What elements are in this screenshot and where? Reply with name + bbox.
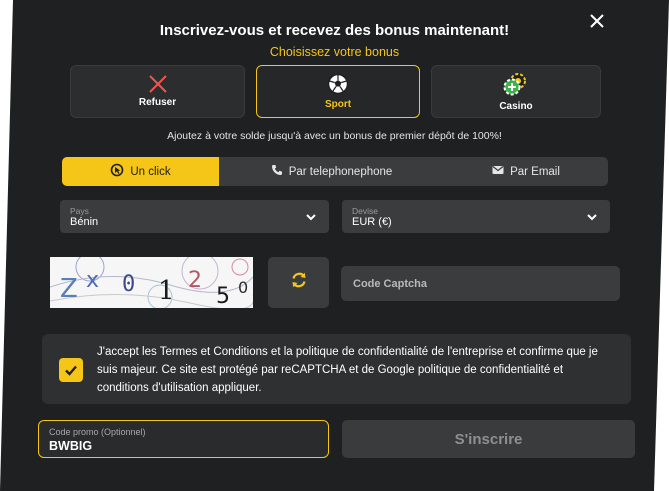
registration-method-tabs: Un click Par telephonephone Par Email (62, 157, 608, 186)
tab-one-click[interactable]: Un click (62, 157, 219, 186)
currency-caption: Devise (352, 206, 378, 216)
captcha-refresh-button[interactable] (268, 257, 329, 308)
casino-chips-icon (432, 73, 600, 96)
captcha-char: Z (60, 274, 78, 304)
bonus-option-label: Sport (324, 99, 352, 110)
currency-value: EUR (€) (352, 216, 392, 228)
promo-code-field[interactable]: Code promo (Optionnel) BWBIG (38, 420, 329, 458)
chevron-down-icon (586, 210, 598, 228)
tab-label: Un click (130, 165, 171, 178)
phone-icon (271, 164, 283, 179)
chevron-down-icon (305, 210, 317, 228)
tab-email[interactable]: Par Email (444, 157, 608, 186)
tab-label: Par telephonephone (288, 165, 393, 178)
bonus-option-label: Casino (499, 101, 533, 112)
currency-select[interactable]: Devise EUR (€) (342, 200, 610, 233)
captcha-char: 1 (158, 276, 175, 306)
bonus-note: Ajoutez à votre solde jusqu'à avec un bo… (167, 130, 502, 142)
terms-text: J'accept les Termes et Conditions et la … (97, 346, 598, 394)
tab-phone[interactable]: Par telephonephone (219, 157, 444, 186)
refresh-icon (290, 271, 308, 294)
envelope-icon (492, 165, 504, 178)
promo-value: BWBIG (49, 439, 93, 453)
terms-panel: J'accept les Termes et Conditions et la … (42, 334, 631, 404)
bonus-option-sport[interactable]: Sport (256, 65, 420, 118)
tab-label: Par Email (510, 165, 560, 178)
one-click-icon (110, 163, 124, 180)
captcha-char: 2 (188, 268, 202, 293)
country-select[interactable]: Pays Bénin (60, 200, 329, 233)
terms-checkbox[interactable] (59, 358, 83, 382)
country-caption: Pays (70, 206, 89, 216)
captcha-image: Z x 0 1 2 5 0 (50, 257, 253, 308)
bonus-option-casino[interactable]: Casino (431, 65, 601, 118)
modal-subtitle: Choisissez votre bonus (269, 45, 400, 59)
captcha-char: x (86, 268, 99, 293)
captcha-char: 0 (238, 278, 248, 297)
registration-modal: Inscrivez-vous et recevez des bonus main… (0, 0, 669, 491)
promo-caption: Code promo (Optionnel) (49, 427, 146, 437)
modal-title: Inscrivez-vous et recevez des bonus main… (159, 22, 510, 39)
x-icon (71, 73, 244, 95)
country-value: Bénin (70, 216, 99, 228)
bonus-option-refuse[interactable]: Refuser (70, 65, 245, 118)
captcha-code-input[interactable] (341, 266, 620, 301)
check-icon (65, 365, 77, 376)
register-button[interactable]: S'inscrire (342, 420, 635, 458)
soccer-ball-icon (257, 73, 419, 95)
captcha-char: 5 (216, 284, 230, 308)
captcha-char: 0 (122, 272, 135, 297)
bonus-option-label: Refuser (138, 97, 177, 108)
